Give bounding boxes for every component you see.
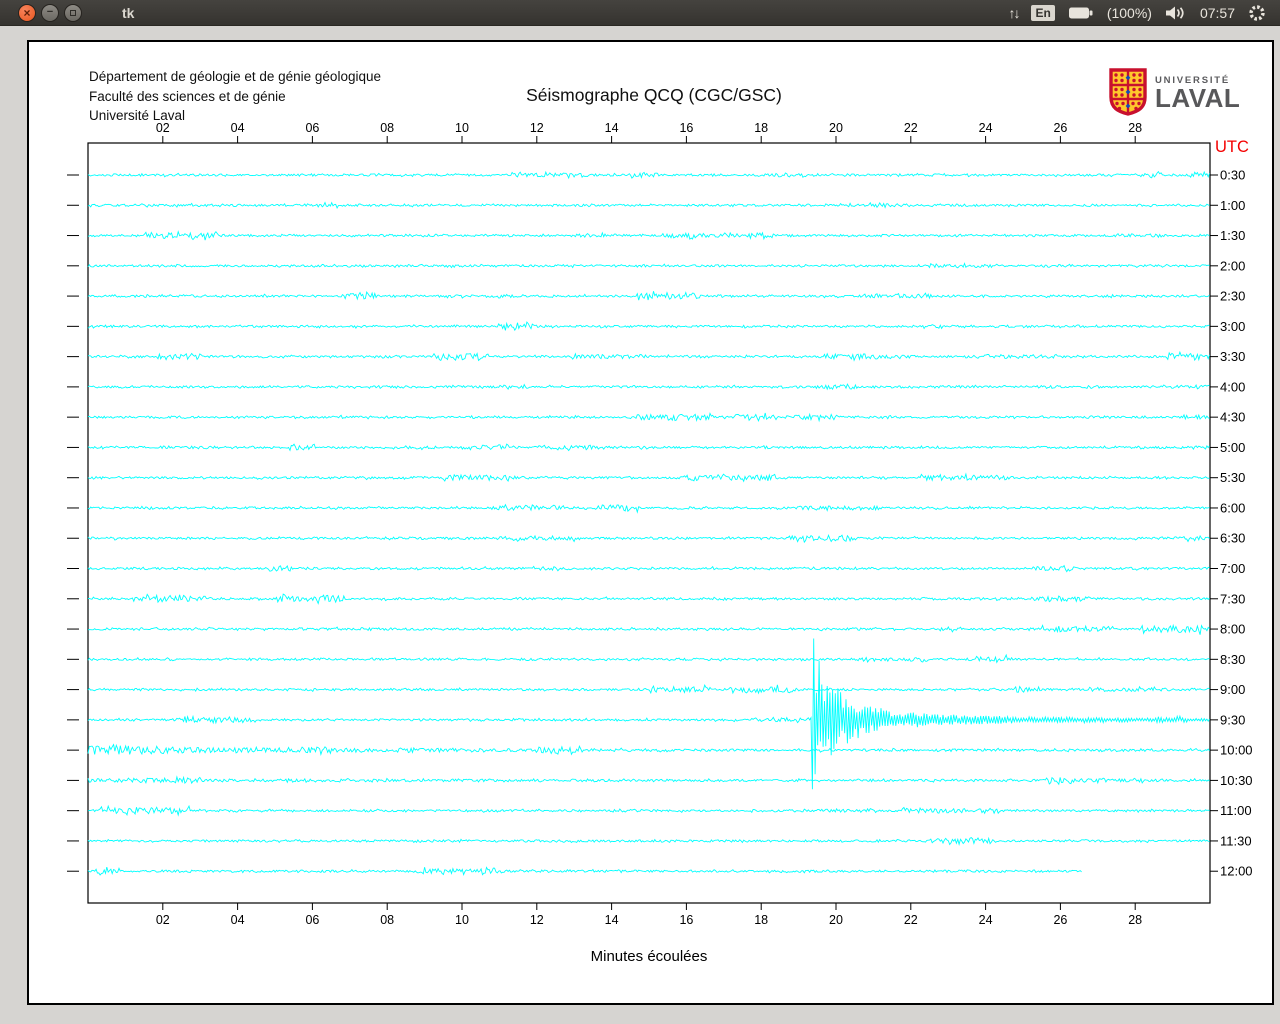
x-tick-label-top: 14	[605, 121, 619, 135]
row-utc-label: 9:30	[1220, 712, 1245, 727]
x-tick-label-top: 26	[1053, 121, 1067, 135]
battery-icon[interactable]	[1068, 6, 1094, 20]
x-tick-label-bottom: 26	[1053, 913, 1067, 927]
x-tick-label-top: 22	[904, 121, 918, 135]
x-tick-label-bottom: 06	[305, 913, 319, 927]
seismogram-trace-10:30	[88, 777, 1210, 784]
row-utc-label: 8:30	[1220, 652, 1245, 667]
row-utc-label: 6:30	[1220, 531, 1245, 546]
row-utc-label: 4:30	[1220, 410, 1245, 425]
seismogram-trace-6:30	[88, 535, 1210, 542]
seismogram-trace-10:00	[88, 745, 1210, 755]
session-gear-icon[interactable]	[1248, 4, 1266, 22]
x-tick-label-bottom: 04	[231, 913, 245, 927]
utc-axis-title: UTC	[1215, 138, 1249, 156]
x-tick-label-bottom: 16	[679, 913, 693, 927]
row-utc-label: 8:00	[1220, 622, 1245, 637]
row-utc-label: 10:30	[1220, 773, 1253, 788]
x-tick-label-top: 08	[380, 121, 394, 135]
row-utc-label: 5:00	[1220, 440, 1245, 455]
seismogram-trace-5:30	[88, 474, 1210, 481]
seismogram-trace-8:30	[88, 655, 1210, 662]
x-tick-label-bottom: 14	[605, 913, 619, 927]
x-tick-label-bottom: 10	[455, 913, 469, 927]
seismogram-trace-2:00	[88, 264, 1210, 268]
seismogram-trace-4:00	[88, 384, 1210, 389]
x-axis-title: Minutes écoulées	[591, 948, 708, 965]
close-icon: ×	[23, 7, 30, 19]
x-tick-label-bottom: 08	[380, 913, 394, 927]
row-utc-label: 1:30	[1220, 228, 1245, 243]
seismogram-trace-5:00	[88, 444, 1210, 450]
x-tick-label-top: 24	[979, 121, 993, 135]
minimize-icon: −	[47, 7, 53, 18]
seismogram-trace-3:00	[88, 322, 1210, 330]
seismogram-trace-7:00	[88, 566, 1210, 572]
x-tick-label-top: 02	[156, 121, 170, 135]
x-tick-label-bottom: 20	[829, 913, 843, 927]
seismogram-trace-12:00	[88, 867, 1082, 875]
battery-percent-label: (100%)	[1107, 5, 1152, 21]
keyboard-layout-indicator[interactable]: En	[1031, 5, 1054, 21]
clock-label: 07:57	[1200, 5, 1235, 21]
x-tick-label-top: 06	[305, 121, 319, 135]
minimize-button[interactable]: −	[41, 4, 59, 22]
x-tick-label-top: 16	[679, 121, 693, 135]
window-title: tk	[122, 5, 134, 21]
x-tick-label-top: 18	[754, 121, 768, 135]
volume-icon[interactable]	[1165, 5, 1187, 21]
x-tick-label-bottom: 18	[754, 913, 768, 927]
seismogram-trace-9:00	[88, 685, 1210, 693]
top-panel: × − tk ↑↓ En (100%) 07:57	[0, 0, 1280, 26]
close-button[interactable]: ×	[18, 4, 36, 22]
row-utc-label: 9:00	[1220, 682, 1245, 697]
x-tick-label-bottom: 28	[1128, 913, 1142, 927]
seismograph-plot: 02 02 04 04 06 06 08 08 10 10 12 12 14 14 16 16 18 18 20 20…	[29, 42, 1272, 1003]
row-utc-label: 0:30	[1220, 168, 1245, 183]
seismogram-trace-9:30	[88, 639, 1210, 790]
seismogram-trace-11:00	[88, 806, 1210, 815]
x-tick-label-top: 10	[455, 121, 469, 135]
window-buttons: × −	[18, 4, 82, 22]
seismogram-trace-3:30	[88, 352, 1210, 360]
app-window: Département de géologie et de génie géol…	[27, 40, 1274, 1005]
row-utc-label: 3:00	[1220, 319, 1245, 334]
x-tick-label-top: 28	[1128, 121, 1142, 135]
row-utc-label: 1:00	[1220, 198, 1245, 213]
seismogram-trace-4:30	[88, 413, 1210, 421]
x-tick-label-top: 04	[231, 121, 245, 135]
row-utc-label: 3:30	[1220, 349, 1245, 364]
seismogram-trace-6:00	[88, 505, 1210, 512]
row-utc-label: 10:00	[1220, 743, 1253, 758]
row-utc-label: 2:30	[1220, 289, 1245, 304]
row-utc-label: 6:00	[1220, 500, 1245, 515]
seismogram-trace-0:30	[88, 172, 1210, 179]
row-utc-label: 5:30	[1220, 470, 1245, 485]
seismogram-trace-1:00	[88, 203, 1210, 208]
seismogram-trace-2:30	[88, 291, 1210, 300]
plot-frame	[88, 143, 1210, 903]
row-utc-label: 11:30	[1220, 833, 1252, 848]
row-utc-label: 11:00	[1220, 803, 1252, 818]
row-utc-label: 12:00	[1220, 864, 1253, 879]
x-tick-label-bottom: 22	[904, 913, 918, 927]
row-utc-label: 2:00	[1220, 258, 1245, 273]
maximize-icon	[70, 10, 76, 16]
row-utc-label: 7:00	[1220, 561, 1245, 576]
maximize-button[interactable]	[64, 4, 82, 22]
seismogram-trace-8:00	[88, 625, 1210, 634]
x-tick-label-bottom: 02	[156, 913, 170, 927]
seismogram-trace-11:30	[88, 838, 1210, 845]
row-utc-label: 7:30	[1220, 591, 1245, 606]
desktop: × − tk ↑↓ En (100%) 07:57	[0, 0, 1280, 1024]
system-tray: ↑↓ En (100%) 07:57	[1008, 4, 1266, 22]
network-arrows-icon[interactable]: ↑↓	[1008, 5, 1018, 21]
x-tick-label-bottom: 24	[979, 913, 993, 927]
seismogram-trace-7:30	[88, 594, 1210, 603]
row-utc-label: 4:00	[1220, 379, 1245, 394]
x-tick-label-top: 12	[530, 121, 544, 135]
seismogram-trace-1:30	[88, 232, 1210, 240]
x-tick-label-bottom: 12	[530, 913, 544, 927]
x-tick-label-top: 20	[829, 121, 843, 135]
